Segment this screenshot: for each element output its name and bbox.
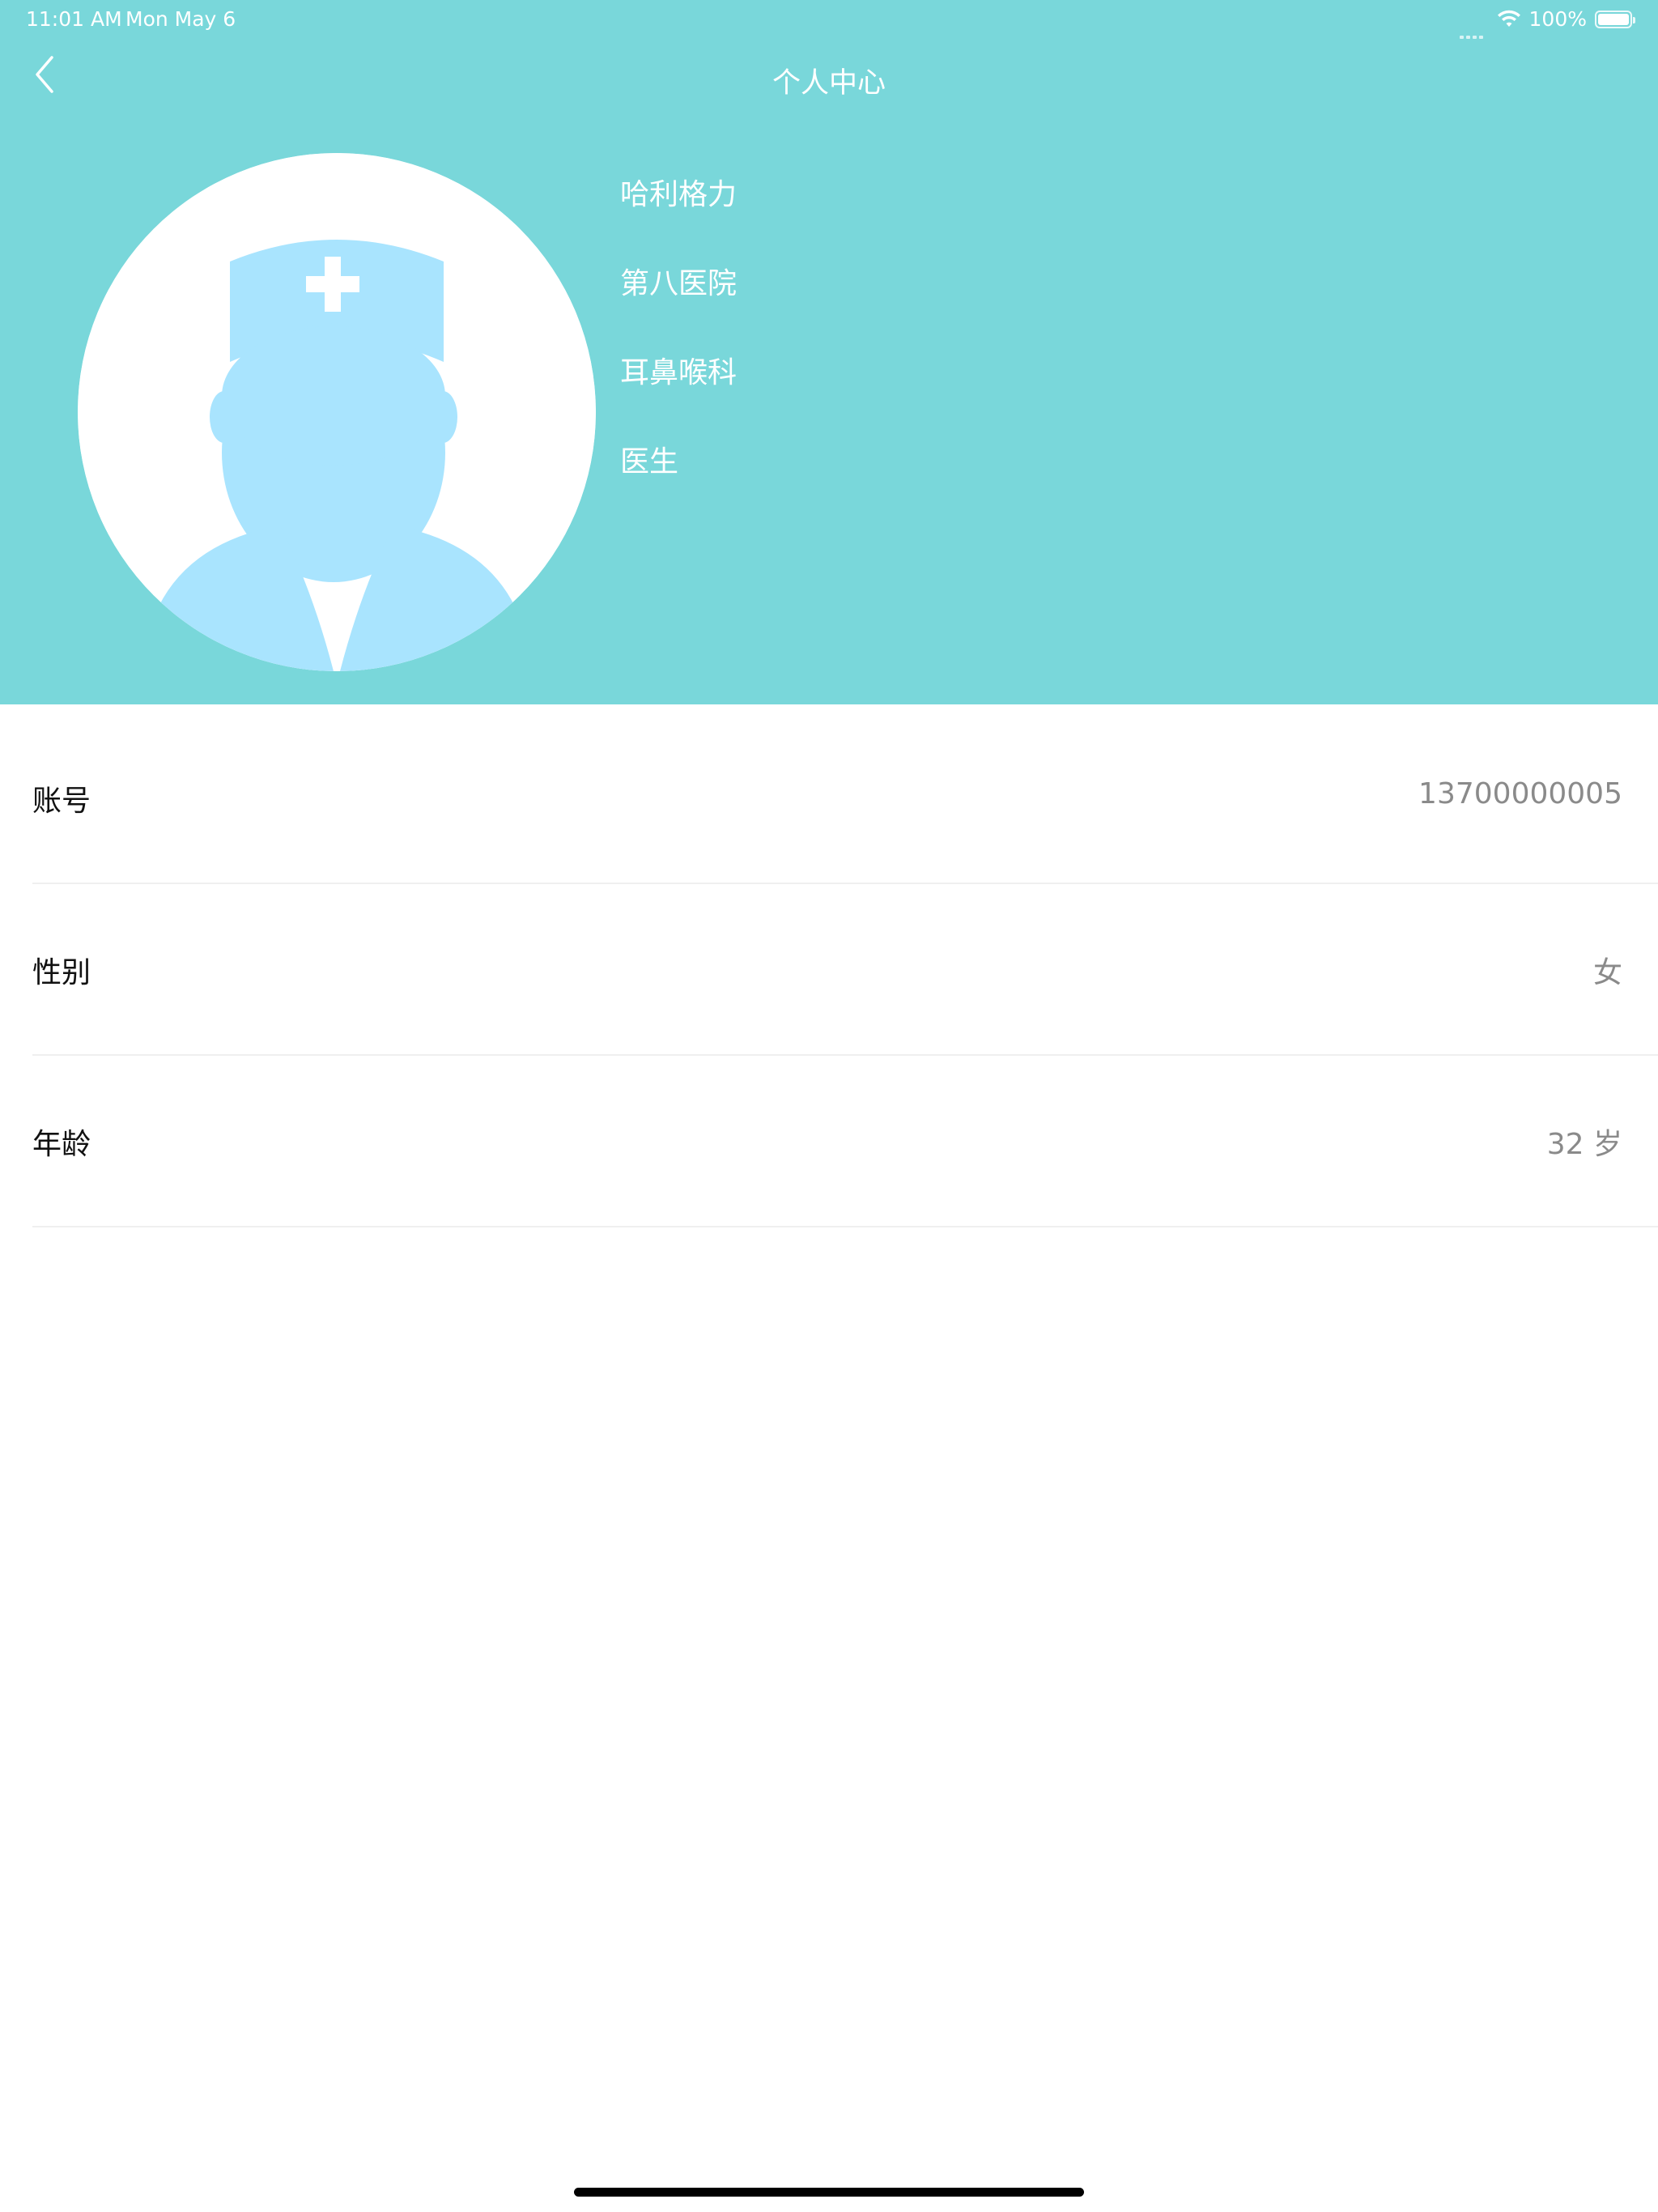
doctor-department: 耳鼻喉科 <box>620 356 738 389</box>
info-value: 13700000005 <box>1418 777 1622 810</box>
info-row-age: 年龄 32 岁 <box>32 1056 1658 1227</box>
info-value: 32 岁 <box>1546 1128 1622 1161</box>
home-indicator[interactable] <box>574 2188 1084 2197</box>
doctor-name: 哈利格力 <box>620 178 738 211</box>
info-row-gender: 性别 女 <box>32 884 1658 1056</box>
info-list: 账号 13700000005 性别 女 年龄 32 岁 <box>0 713 1658 1227</box>
doctor-hospital: 第八医院 <box>620 267 738 300</box>
info-label: 账号 <box>32 785 91 818</box>
info-row-account: 账号 13700000005 <box>32 713 1658 884</box>
info-value: 女 <box>1592 956 1622 989</box>
avatar[interactable] <box>78 153 596 671</box>
page-title: 个人中心 <box>772 67 886 100</box>
info-label: 性别 <box>32 956 91 989</box>
status-indicators: 100% <box>1459 7 1635 39</box>
battery-icon <box>1595 10 1635 28</box>
doctor-title: 医生 <box>620 445 679 479</box>
status-bar: 11:01 AM Mon May 6 100% <box>0 0 1658 40</box>
wifi-icon <box>1497 10 1520 27</box>
battery-percent: 100% <box>1528 7 1587 31</box>
doctor-avatar-icon <box>78 153 596 671</box>
personal-center-screen: 11:01 AM Mon May 6 100% 个人中心 哈利格力 第八医院 耳… <box>0 0 1658 2212</box>
info-label: 年龄 <box>32 1128 91 1161</box>
status-date: Mon May 6 <box>125 7 236 31</box>
profile-header: 11:01 AM Mon May 6 100% 个人中心 哈利格力 第八医院 耳… <box>0 0 1658 704</box>
status-time: 11:01 AM <box>26 7 122 31</box>
signal-icon <box>1459 20 1489 39</box>
profile-info: 哈利格力 第八医院 耳鼻喉科 医生 <box>620 174 737 530</box>
